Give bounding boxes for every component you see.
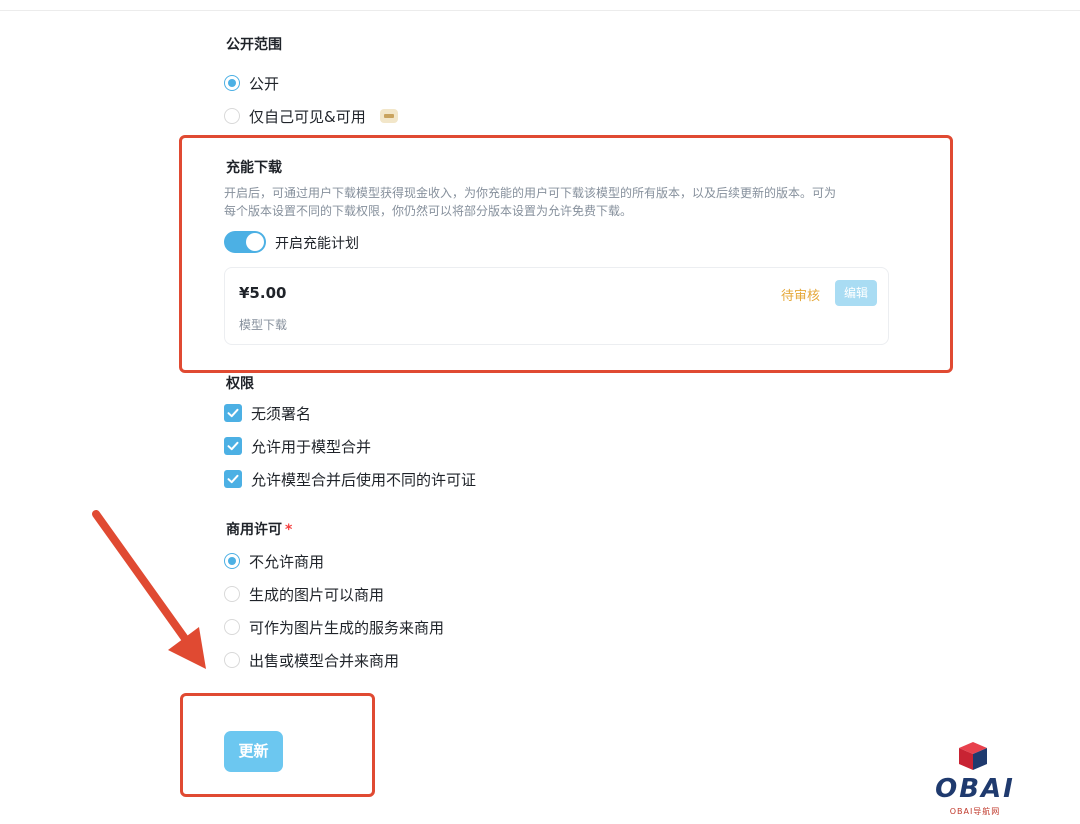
logo-subtitle: OBAI导航网 xyxy=(949,807,1001,816)
logo-brand: OBAI xyxy=(935,774,1015,804)
annotation-arrow-icon xyxy=(92,510,206,669)
obai-logo: OBAI OBAI导航网 xyxy=(925,740,1025,820)
